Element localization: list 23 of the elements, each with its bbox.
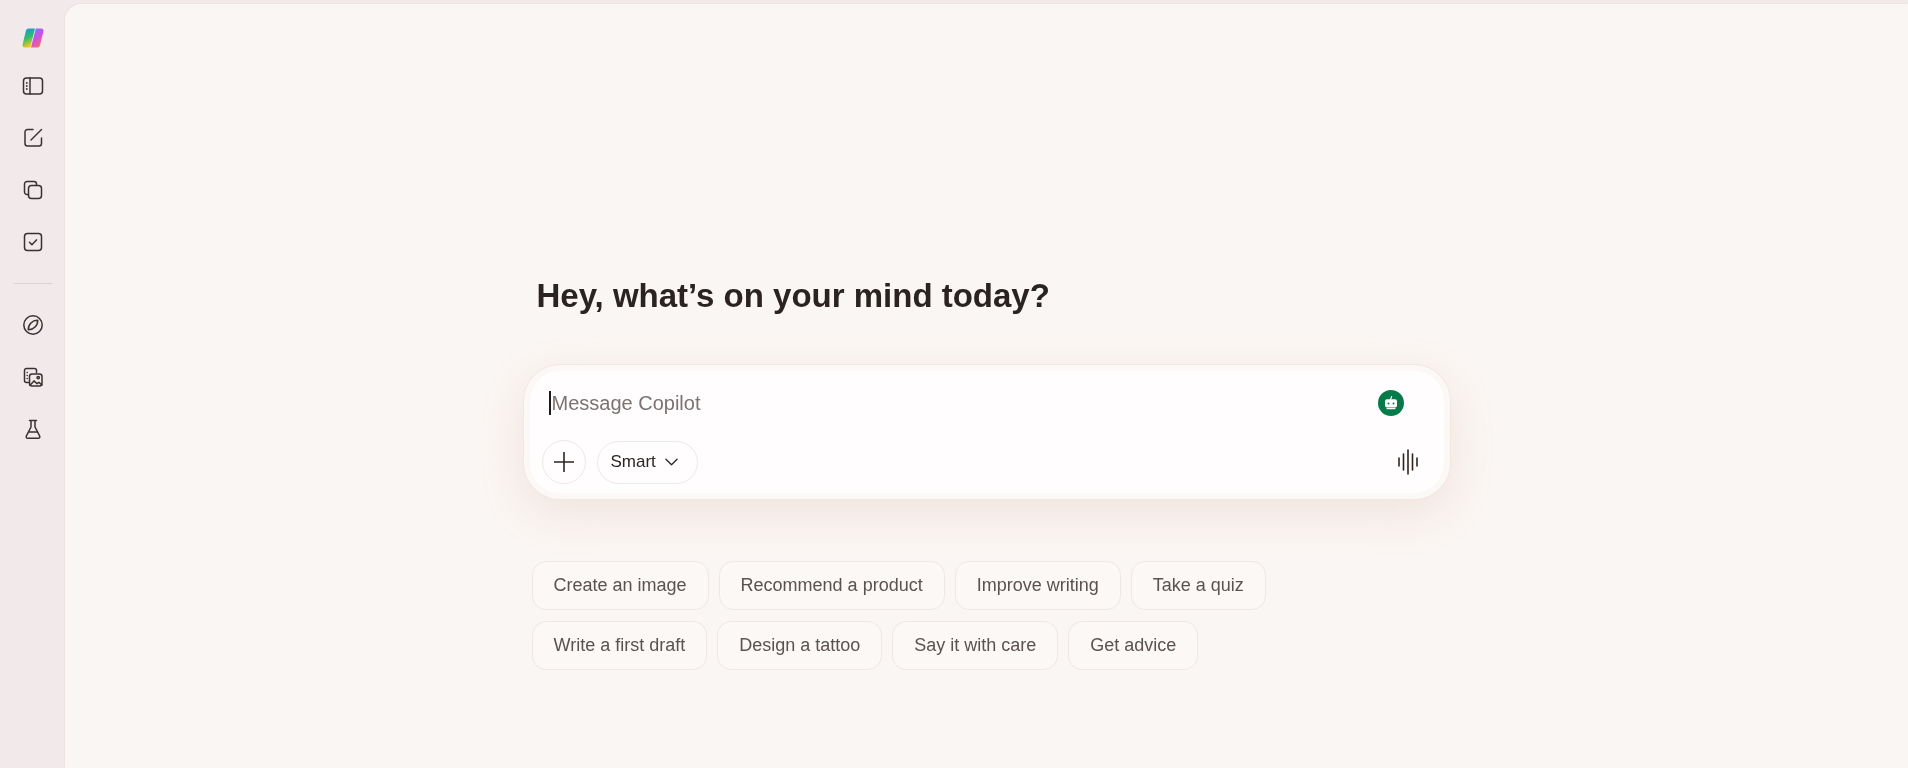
add-button[interactable] [541,440,586,484]
suggestion-chip[interactable]: Improve writing [954,561,1121,610]
image-gallery-icon[interactable] [21,366,44,388]
suggestion-chip[interactable]: Create an image [531,561,709,610]
suggestion-chip[interactable]: Write a first draft [531,621,708,670]
mode-dropdown[interactable]: Smart [596,440,698,484]
stacked-squares-icon[interactable] [21,179,44,201]
leaf-circle-icon[interactable] [21,314,44,336]
suggestion-chip[interactable]: Recommend a product [718,561,945,610]
sidebar-panel-icon[interactable] [21,75,44,97]
compose-icon[interactable] [21,127,44,149]
suggestion-chip[interactable]: Design a tattoo [717,621,883,670]
suggestion-chip[interactable]: Say it with care [892,621,1059,670]
message-input[interactable]: Message Copilot [550,389,1378,417]
suggestion-chip[interactable]: Take a quiz [1130,561,1266,610]
suggestion-chip[interactable]: Get advice [1068,621,1199,670]
chevron-down-icon [664,458,678,466]
plus-icon [553,452,574,472]
checkbox-tick-icon[interactable] [21,231,44,253]
logo-icon[interactable] [20,26,45,50]
voice-waveform-icon[interactable] [1397,449,1418,475]
greeting-heading: Hey, what’s on your mind today? [536,276,1051,316]
robot-icon[interactable] [1377,390,1404,416]
